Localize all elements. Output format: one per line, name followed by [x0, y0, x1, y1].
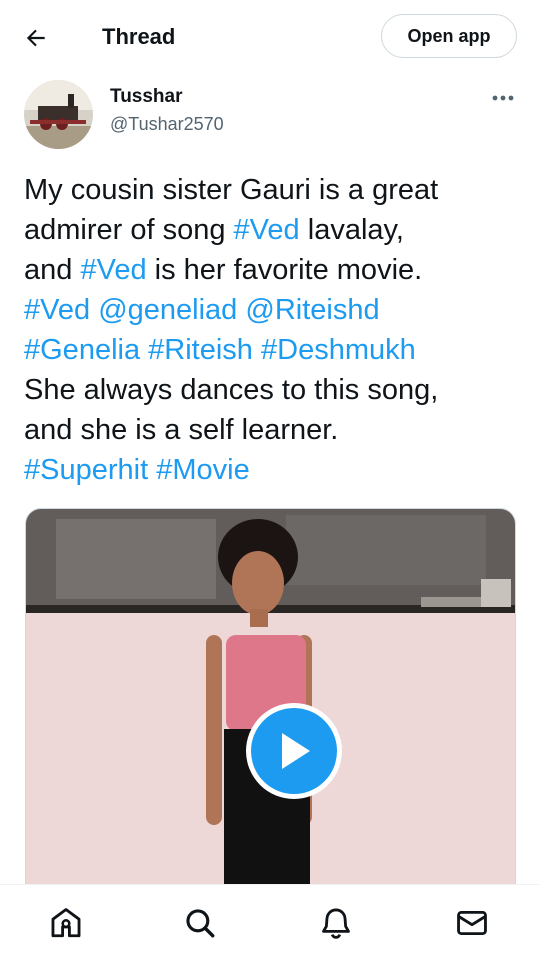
tweet-text-segment [148, 454, 156, 486]
tweet-text-segment: and [24, 254, 81, 286]
search-icon [186, 909, 215, 938]
tweet-text-segment: She always dances to this song, [24, 374, 439, 406]
nav-notifications[interactable] [318, 905, 354, 941]
more-horizontal-icon [492, 95, 514, 101]
open-app-button[interactable]: Open app [381, 14, 517, 58]
play-icon [282, 733, 310, 769]
video-player[interactable] [25, 508, 516, 888]
back-button[interactable] [18, 20, 54, 56]
tweet-text-line: She always dances to this song, [24, 370, 520, 410]
tweet-text-segment: lavalay, [299, 214, 404, 246]
mention-link[interactable]: @geneliad [98, 294, 237, 326]
notifications-bell-icon [322, 908, 350, 939]
hashtag-link[interactable]: #Superhit [24, 454, 148, 486]
tweet-text-segment: admirer of song [24, 214, 234, 246]
top-header: Thread Open app [0, 0, 540, 74]
tweet-text-line: #Genelia #Riteish #Deshmukh [24, 330, 520, 370]
more-options-button[interactable] [486, 86, 520, 110]
bottom-navigation [0, 884, 540, 960]
page-title: Thread [102, 24, 176, 49]
messages-mail-icon [457, 910, 487, 936]
tweet-text-line: admirer of song #Ved lavalay, [24, 210, 520, 250]
tweet-text-segment: is her favorite movie. [146, 254, 423, 286]
hashtag-link[interactable]: #Ved [80, 254, 146, 286]
hashtag-link[interactable]: #Ved [234, 214, 300, 246]
hashtag-link[interactable]: #Movie [156, 454, 250, 486]
nav-search[interactable] [182, 905, 218, 941]
hashtag-link[interactable]: #Riteish [148, 334, 253, 366]
tweet-text-segment: and she is a self learner. [24, 414, 339, 446]
hashtag-link[interactable]: #Genelia [24, 334, 140, 366]
tweet-text-segment [140, 334, 148, 366]
tweet-text-line: #Superhit #Movie [24, 450, 520, 490]
tweet-text-segment [253, 334, 261, 366]
avatar-image [24, 80, 93, 149]
tweet-text-line: #Ved @geneliad @Riteishd [24, 290, 520, 330]
tweet-text-line: and she is a self learner. [24, 410, 520, 450]
video-thumbnail [26, 509, 515, 887]
home-icon [51, 908, 81, 938]
hashtag-link[interactable]: #Ved [24, 294, 90, 326]
nav-messages[interactable] [454, 905, 490, 941]
arrow-left-icon [26, 29, 45, 47]
author-handle[interactable]: @Tushar2570 [110, 114, 224, 135]
tweet-text: My cousin sister Gauri is a great admirer… [24, 170, 520, 490]
author-name[interactable]: Tusshar [110, 86, 183, 108]
tweet-text-line: and #Ved is her favorite movie. [24, 250, 520, 290]
mention-link[interactable]: @Riteishd [245, 294, 379, 326]
tweet-text-segment [90, 294, 98, 326]
avatar[interactable] [24, 80, 93, 149]
tweet-text-line: My cousin sister Gauri is a great [24, 170, 520, 210]
tweet-text-segment: My cousin sister Gauri is a great [24, 174, 439, 206]
nav-home[interactable] [48, 905, 84, 941]
hashtag-link[interactable]: #Deshmukh [261, 334, 416, 366]
play-button[interactable] [246, 703, 342, 799]
